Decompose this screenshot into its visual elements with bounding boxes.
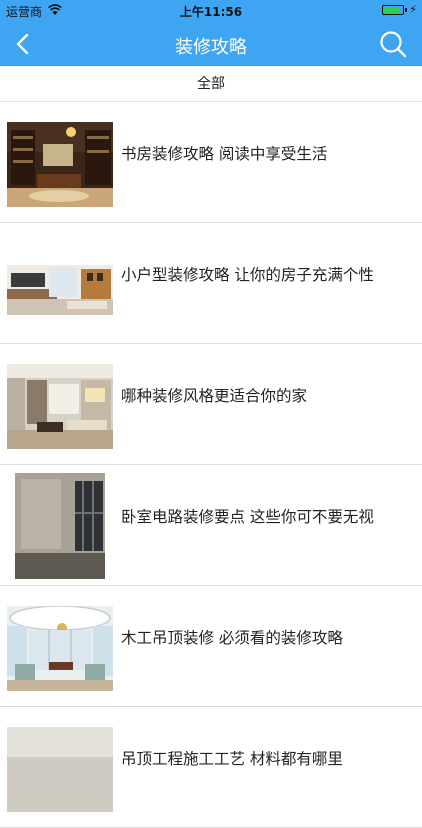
list-item[interactable]: 卧室电路装修要点 这些你可不要无视 — [0, 465, 422, 586]
article-title: 哪种装修风格更适合你的家 — [121, 387, 308, 405]
article-title: 木工吊顶装修 必须看的装修攻略 — [121, 629, 343, 647]
article-title: 卧室电路装修要点 这些你可不要无视 — [121, 508, 374, 526]
category-filter[interactable]: 全部 — [0, 66, 422, 102]
study-room-thumbnail — [7, 122, 113, 207]
article-title: 吊顶工程施工工艺 材料都有哪里 — [121, 750, 343, 768]
living-room-thumbnail — [7, 255, 113, 315]
list-item[interactable]: 木工吊顶装修 必须看的装修攻略 — [0, 586, 422, 707]
list-item[interactable]: 哪种装修风格更适合你的家 — [0, 344, 422, 465]
list-item[interactable]: 书房装修攻略 阅读中享受生活 — [0, 102, 422, 223]
article-list: 书房装修攻略 阅读中享受生活 小户型装修攻略 让你的房子充满个性 哪种装修风格更… — [0, 102, 422, 828]
page-title: 装修攻略 — [175, 37, 247, 58]
ceiling-construction-thumbnail — [7, 727, 113, 812]
search-icon[interactable] — [378, 29, 408, 59]
ceiling-carpentry-thumbnail — [7, 606, 113, 691]
clock: 上午11:56 — [179, 5, 243, 19]
bedroom-wiring-thumbnail — [15, 473, 105, 579]
charging-icon: ⚡ — [409, 3, 417, 16]
battery-icon — [382, 5, 404, 15]
interior-style-thumbnail — [7, 364, 113, 449]
status-bar: 运营商 上午11:56 ⚡ — [0, 0, 422, 22]
list-item[interactable]: 小户型装修攻略 让你的房子充满个性 — [0, 223, 422, 344]
nav-bar: 装修攻略 — [0, 22, 422, 66]
article-title: 小户型装修攻略 让你的房子充满个性 — [121, 266, 374, 284]
article-title: 书房装修攻略 阅读中享受生活 — [121, 145, 328, 163]
battery-tip — [405, 8, 407, 12]
list-item[interactable]: 吊顶工程施工工艺 材料都有哪里 — [0, 707, 422, 828]
